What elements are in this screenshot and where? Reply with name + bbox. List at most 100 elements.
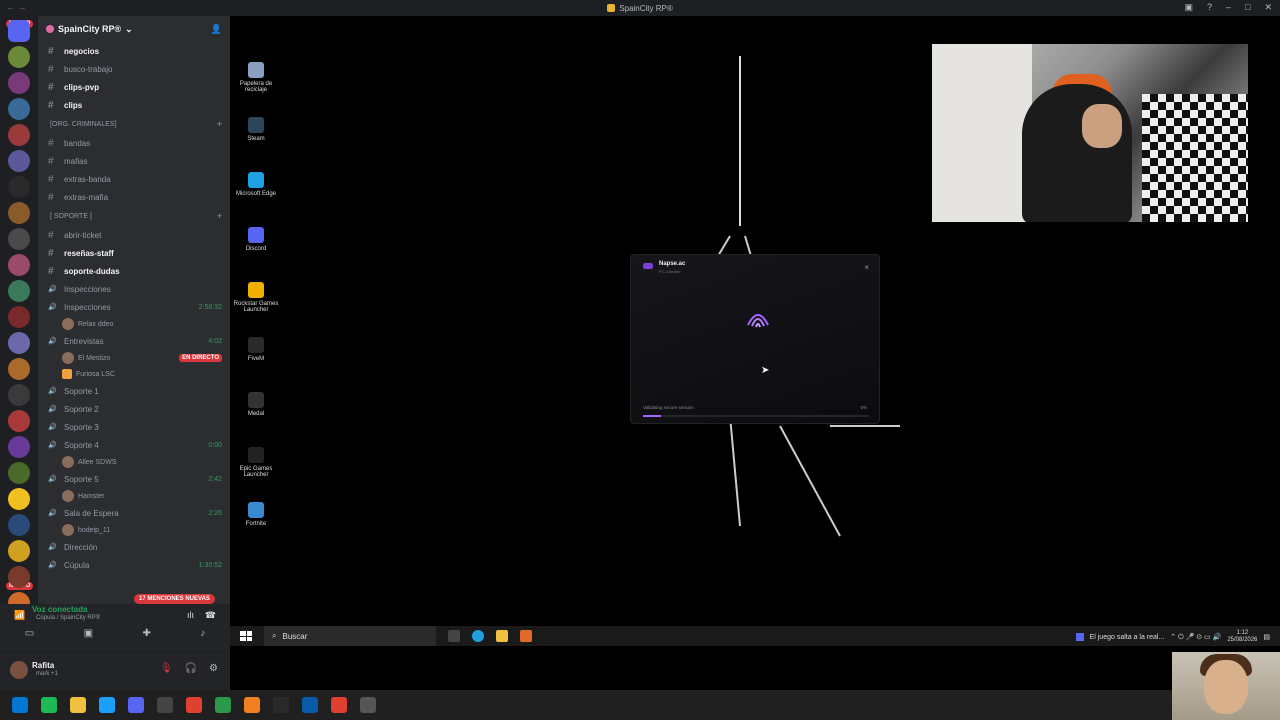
server-icon[interactable]: [8, 202, 30, 224]
server-icon[interactable]: [8, 462, 30, 484]
text-channel[interactable]: # soporte-dudas: [38, 262, 230, 280]
server-icon[interactable]: [8, 72, 30, 94]
search-input[interactable]: ⌕ Buscar: [264, 626, 436, 646]
desktop-icon[interactable]: Fortnite: [230, 502, 282, 527]
server-icon[interactable]: [8, 410, 30, 432]
voice-channel[interactable]: 🔊 Soporte 3: [38, 418, 230, 436]
text-channel[interactable]: # clips-pvp: [38, 78, 230, 96]
clock[interactable]: 1:12 25/08/2026: [1227, 630, 1257, 644]
voice-user[interactable]: Furiosa LSC: [38, 366, 230, 382]
voice-channel[interactable]: 🔊 Soporte 2: [38, 400, 230, 418]
server-icon[interactable]: [8, 20, 30, 42]
server-icon[interactable]: [8, 566, 30, 588]
desktop-icon[interactable]: FiveM: [230, 337, 282, 362]
text-channel[interactable]: # bandas: [38, 134, 230, 152]
taskbar-app-icon[interactable]: [360, 697, 376, 713]
taskbar-app-icon[interactable]: [186, 697, 202, 713]
folder-icon[interactable]: [496, 630, 508, 642]
desktop-icon[interactable]: Discord: [230, 227, 282, 252]
notifications-icon[interactable]: ▤: [1263, 633, 1270, 641]
server-icon[interactable]: [8, 176, 30, 198]
server-icon[interactable]: [8, 46, 30, 68]
taskbar-app-icon[interactable]: [12, 697, 28, 713]
voice-user[interactable]: Allee SDWS: [38, 454, 230, 470]
inbox-icon[interactable]: ▣: [1184, 2, 1193, 13]
voice-channel[interactable]: 🔊 Dirección: [38, 538, 230, 556]
taskbar-app-icon[interactable]: [273, 697, 289, 713]
gear-icon[interactable]: ⚙: [209, 663, 218, 674]
server-icon[interactable]: [8, 332, 30, 354]
desktop-icon[interactable]: Epic Games Launcher: [230, 447, 282, 478]
voice-channel[interactable]: 🔊 Cúpula 1:30:52: [38, 556, 230, 574]
desktop-icon[interactable]: Rockstar Games Launcher: [230, 282, 282, 313]
taskbar-app-icon[interactable]: [99, 697, 115, 713]
voice-channel[interactable]: 🔊 Inspecciones 2:58:32: [38, 298, 230, 316]
server-icon[interactable]: [8, 514, 30, 536]
voice-user[interactable]: Hamster: [38, 488, 230, 504]
tray-icons[interactable]: ⌃ ⏻ 🎤 ⊙ ▭ 🔊: [1170, 633, 1221, 642]
taskbar-app-icon[interactable]: [70, 697, 86, 713]
text-channel[interactable]: # abrir-ticket: [38, 226, 230, 244]
task-view-icon[interactable]: [448, 630, 460, 642]
add-friend-icon[interactable]: 👤: [211, 24, 222, 35]
news-text[interactable]: El juego salta a la real...: [1090, 634, 1165, 641]
server-icon[interactable]: [8, 306, 30, 328]
voice-channel[interactable]: 🔊 Soporte 4 0:00: [38, 436, 230, 454]
taskbar-app-icon[interactable]: [244, 697, 260, 713]
server-icon[interactable]: [8, 254, 30, 276]
mic-muted-icon[interactable]: 🎙: [160, 663, 173, 674]
voice-channel[interactable]: 🔊 Sala de Espera 2:26: [38, 504, 230, 522]
desktop-icon[interactable]: Steam: [230, 117, 282, 142]
voice-channel[interactable]: 🔊 Entrevistas 4:02: [38, 332, 230, 350]
text-channel[interactable]: # negocios: [38, 42, 230, 60]
soundboard-icon[interactable]: ♪: [200, 628, 205, 639]
close-icon[interactable]: ×: [864, 263, 869, 272]
edge-icon[interactable]: [472, 630, 484, 642]
text-channel[interactable]: # extras-banda: [38, 170, 230, 188]
add-channel-icon[interactable]: +: [217, 119, 222, 129]
voice-user[interactable]: Relax ddeo: [38, 316, 230, 332]
discord-taskbar-icon[interactable]: [520, 630, 532, 642]
voice-channel[interactable]: Cúpula / SpainCity RP®: [36, 615, 100, 621]
server-icon[interactable]: [8, 436, 30, 458]
server-header[interactable]: SpainCity RP® ⌄ 👤: [38, 16, 230, 42]
server-icon[interactable]: [8, 540, 30, 562]
text-channel[interactable]: # busco-trabajo: [38, 60, 230, 78]
server-icon[interactable]: [8, 228, 30, 250]
avatar[interactable]: [10, 661, 28, 679]
taskbar-app-icon[interactable]: [157, 697, 173, 713]
server-icon[interactable]: [8, 124, 30, 146]
screen-share-icon[interactable]: ▣: [84, 628, 93, 639]
server-icon[interactable]: [8, 280, 30, 302]
taskbar-app-icon[interactable]: [215, 697, 231, 713]
voice-channel[interactable]: 🔊 Soporte 1: [38, 382, 230, 400]
voice-user[interactable]: El Mestizo EN DIRECTO: [38, 350, 230, 366]
help-icon[interactable]: ?: [1207, 2, 1212, 13]
maximize-button[interactable]: □: [1245, 2, 1250, 13]
disconnect-icon[interactable]: ☎: [205, 610, 216, 621]
close-button[interactable]: ✕: [1264, 2, 1272, 13]
server-icon[interactable]: [8, 150, 30, 172]
server-icon[interactable]: [8, 488, 30, 510]
channel-category[interactable]: [ORG. CRIMINALES] +: [38, 114, 230, 134]
back-arrow-icon[interactable]: ← →: [6, 2, 27, 12]
text-channel[interactable]: # extras-mafia: [38, 188, 230, 206]
server-icon[interactable]: [8, 98, 30, 120]
taskbar-app-icon[interactable]: [302, 697, 318, 713]
activities-icon[interactable]: ✚: [142, 628, 150, 639]
voice-channel[interactable]: 🔊 Inspecciones: [38, 280, 230, 298]
server-icon[interactable]: [8, 384, 30, 406]
text-channel[interactable]: # clips: [38, 96, 230, 114]
desktop-icon[interactable]: Papelera de reciclaje: [230, 62, 282, 93]
taskbar-app-icon[interactable]: [128, 697, 144, 713]
camera-icon[interactable]: ▭: [25, 628, 34, 639]
voice-channel[interactable]: 🔊 Soporte 5 2:42: [38, 470, 230, 488]
taskbar-app-icon[interactable]: [41, 697, 57, 713]
voice-user[interactable]: hodeip_11: [38, 522, 230, 538]
channel-category[interactable]: [ SOPORTE ] +: [38, 206, 230, 226]
taskbar-app-icon[interactable]: [331, 697, 347, 713]
text-channel[interactable]: # reseñas-staff: [38, 244, 230, 262]
server-icon[interactable]: [8, 358, 30, 380]
windows-start-icon[interactable]: [240, 631, 252, 641]
text-channel[interactable]: # mafias: [38, 152, 230, 170]
